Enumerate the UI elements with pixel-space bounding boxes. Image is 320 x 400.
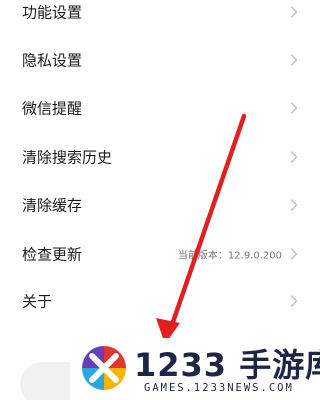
settings-item-label: 清除搜索历史 (22, 148, 113, 167)
settings-item-function[interactable]: 功能设置 (0, 0, 320, 36)
settings-item-clear-cache[interactable]: 清除缓存 (0, 181, 320, 229)
settings-item-check-update[interactable]: 检查更新 当前版本：12.9.0.200 (0, 230, 320, 278)
watermark-site-text: GAMES.1233NEWS.COM (144, 382, 294, 394)
settings-page: 功能设置 隐私设置 微信提醒 清除搜索历史 清除缓存 检查更新 当前版本：12.… (0, 0, 320, 400)
settings-item-label: 关于 (22, 292, 53, 311)
site-watermark: 1233 手游库 GAMES.1233NEWS.COM (70, 338, 320, 400)
settings-item-privacy[interactable]: 隐私设置 (0, 36, 320, 84)
current-version-text: 当前版本：12.9.0.200 (177, 250, 282, 262)
chevron-right-icon (290, 295, 298, 307)
settings-item-clear-search-history[interactable]: 清除搜索历史 (0, 133, 320, 181)
settings-item-label: 隐私设置 (22, 51, 83, 70)
chevron-right-icon (290, 6, 298, 18)
watermark-brand-text: 1233 手游库 (134, 346, 320, 384)
chevron-right-icon (290, 151, 298, 163)
chevron-right-icon (290, 199, 298, 211)
settings-item-label: 微信提醒 (22, 99, 83, 118)
settings-item-label: 清除缓存 (22, 196, 83, 215)
settings-item-wechat-reminder[interactable]: 微信提醒 (0, 84, 320, 132)
chevron-right-icon (290, 248, 298, 260)
chevron-right-icon (290, 102, 298, 114)
chevron-right-icon (290, 54, 298, 66)
1233-logo-icon (80, 344, 128, 392)
settings-item-label: 检查更新 (22, 245, 83, 264)
settings-item-label: 功能设置 (22, 3, 83, 22)
settings-item-about[interactable]: 关于 (0, 277, 320, 325)
